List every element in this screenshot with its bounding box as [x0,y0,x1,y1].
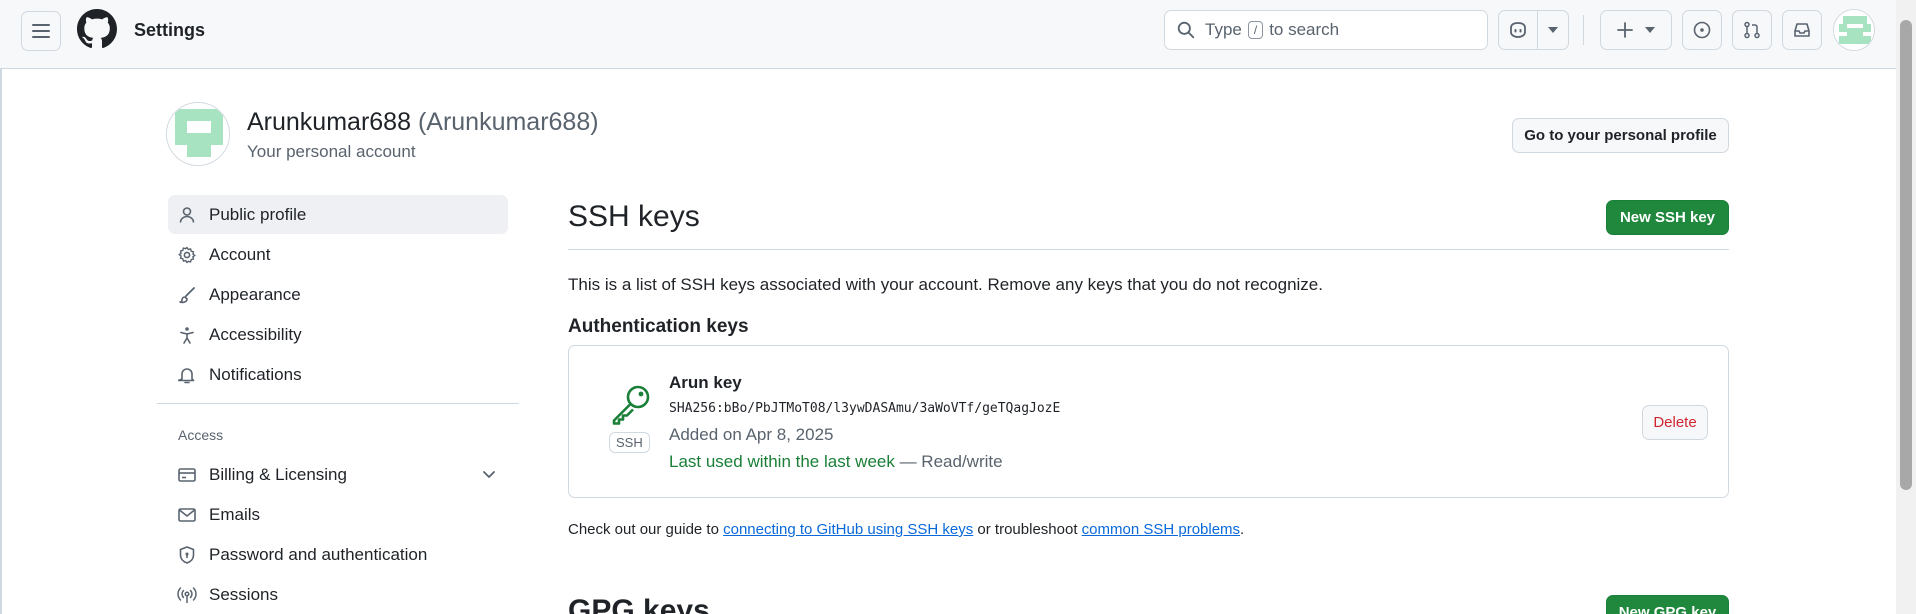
accessibility-icon [177,325,197,345]
key-last-used: Last used within the last week — Read/wr… [669,452,1003,472]
sidebar-item-notifications[interactable]: Notifications [168,355,508,394]
sidebar-item-label: Appearance [209,284,301,304]
key-type-label: SSH [609,432,650,453]
gear-icon [177,245,197,265]
search-placeholder-suffix: to search [1269,20,1340,39]
key-added-date: Added on Apr 8, 2025 [669,425,834,444]
triangle-down-icon [1645,27,1655,33]
copilot-dropdown-button[interactable] [1537,10,1569,50]
issue-icon [1693,21,1711,39]
gpg-keys-heading: GPG keys [568,594,710,614]
user-avatar-menu[interactable] [1833,9,1875,51]
frame-border [0,69,2,614]
pull-requests-button[interactable] [1732,10,1772,50]
sidebar-item-password-authentication[interactable]: Password and authentication [168,535,508,574]
avatar-identicon [1834,10,1874,50]
triangle-down-icon [1548,27,1558,33]
top-bar: Settings Type / to search [0,0,1896,69]
delete-key-button[interactable]: Delete [1642,405,1708,440]
new-ssh-key-button[interactable]: New SSH key [1606,200,1729,235]
sidebar-divider [157,403,519,404]
sidebar-item-label: Billing & Licensing [209,464,347,484]
create-new-button[interactable] [1600,10,1672,50]
broadcast-icon [177,585,197,605]
hamburger-icon [32,24,50,38]
section-divider [568,249,1729,250]
login-name: (Arunkumar688) [417,108,599,136]
guide-prefix: Check out our guide to [568,521,724,538]
plus-icon [1617,22,1633,38]
sidebar-item-public-profile[interactable]: Public profile [168,195,508,234]
chevron-down-icon[interactable] [482,465,496,485]
search-input[interactable]: Type / to search [1164,10,1488,50]
pull-request-icon [1744,21,1760,39]
sidebar-item-label: Password and authentication [209,544,428,564]
search-icon [1177,21,1195,39]
key-fingerprint: SHA256:bBo/PbJTMoT08/l3ywDASAmu/3aWoVTf/… [669,401,1061,416]
header-divider [1583,15,1584,45]
inbox-icon [1794,23,1810,37]
sidebar-item-label: Account [209,244,271,264]
last-used-text: Last used within the last week [669,452,895,471]
sidebar-item-appearance[interactable]: Appearance [168,275,508,314]
search-shortcut-key: / [1247,21,1264,39]
menu-button[interactable] [21,11,61,51]
sidebar-item-label: Notifications [209,364,302,384]
guide-middle: or troubleshoot [973,521,1082,538]
connecting-ssh-link[interactable]: connecting to GitHub using SSH keys [723,521,973,538]
credit-card-icon [177,465,197,485]
guide-suffix: . [1240,521,1245,538]
sidebar-item-emails[interactable]: Emails [168,495,508,534]
person-icon [177,205,197,225]
new-gpg-key-button[interactable]: New GPG key [1606,595,1729,614]
sidebar-item-label: Accessibility [209,324,302,344]
profile-avatar [166,102,230,166]
vertical-scrollbar[interactable] [1896,0,1916,614]
ssh-keys-description: This is a list of SSH keys associated wi… [568,275,1323,294]
common-ssh-problems-link[interactable]: common SSH problems [1082,521,1240,538]
github-logo-icon[interactable] [77,9,117,49]
display-name: Arunkumar688 [247,108,411,136]
key-title: Arun key [669,373,742,392]
sidebar-item-account[interactable]: Account [168,235,508,274]
page-context-title: Settings [134,20,206,40]
ssh-keys-heading: SSH keys [568,200,700,233]
go-to-profile-button[interactable]: Go to your personal profile [1512,118,1729,153]
scrollbar-thumb[interactable] [1900,20,1912,490]
issues-button[interactable] [1682,10,1722,50]
shield-icon [177,545,197,565]
sidebar-heading-access: Access [178,427,224,443]
sidebar-item-label: Sessions [209,584,278,604]
bell-icon [177,365,197,385]
ssh-key-list-item: SSH Arun key SHA256:bBo/PbJTMoT08/l3ywDA… [568,345,1729,498]
profile-display-name: Arunkumar688 (Arunkumar688) [247,108,599,137]
ssh-guide-text: Check out our guide to connecting to Git… [568,521,1244,538]
authentication-keys-heading: Authentication keys [568,316,749,337]
key-access-level: — Read/write [894,452,1003,471]
account-type-label: Your personal account [247,142,416,161]
copilot-icon [1510,22,1526,38]
sidebar-item-label: Public profile [209,204,307,224]
inbox-button[interactable] [1782,10,1822,50]
search-placeholder-prefix: Type [1205,20,1242,39]
avatar-identicon [167,103,229,165]
sidebar-item-accessibility[interactable]: Accessibility [168,315,508,354]
key-icon [612,385,650,425]
sidebar-item-label: Emails [209,504,261,524]
mail-icon [177,505,197,525]
sidebar-item-sessions[interactable]: Sessions [168,575,508,614]
copilot-button[interactable] [1498,10,1538,50]
paintbrush-icon [177,285,197,305]
sidebar-item-billing[interactable]: Billing & Licensing [168,455,508,494]
